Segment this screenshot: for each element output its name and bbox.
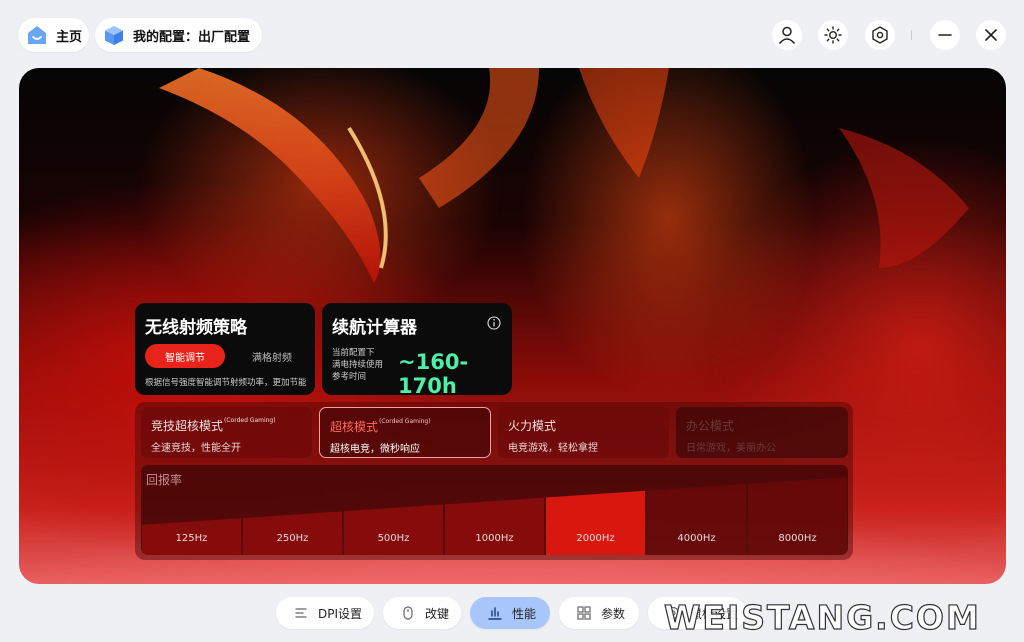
battery-desc-line: 当前配置下 — [332, 348, 375, 358]
battery-estimate-value: ~160-170h — [398, 350, 469, 398]
info-icon[interactable] — [487, 316, 501, 330]
polling-rate-segment[interactable] — [344, 504, 443, 555]
mode-card-office[interactable]: 办公模式 日常游戏，美丽办公 — [676, 407, 848, 458]
chart-bars-icon — [488, 607, 502, 620]
mode-description: 全速竞技，性能全开 — [151, 443, 241, 454]
home-button[interactable]: 主页 — [18, 18, 89, 52]
brightness-icon — [824, 26, 842, 44]
smart-adjust-option[interactable]: 智能调节 — [145, 344, 225, 368]
polling-rate-segment[interactable] — [647, 483, 746, 555]
mode-title: 办公模式 — [686, 419, 735, 433]
polling-rate-label: 125Hz — [175, 533, 208, 544]
mode-description: 电竞游戏，轻松拿捏 — [508, 443, 598, 454]
home-label: 主页 — [56, 29, 83, 45]
battery-calculator-card: 续航计算器 当前配置下 满电持续使用 参考时间 ~160-170h — [322, 303, 512, 398]
battery-description: 当前配置下 满电持续使用 参考时间 — [332, 347, 402, 383]
nav-dpi-label: DPI设置 — [318, 606, 363, 621]
config-label: 我的配置：出厂配置 — [133, 29, 251, 45]
polling-rate-label: 250Hz — [276, 533, 309, 544]
settings-icon — [872, 26, 888, 44]
cube-icon — [105, 26, 123, 45]
polling-rate-panel: 回报率 125Hz 250Hz 500Hz 1000Hz 2000Hz 4000Hz 800… — [141, 465, 848, 555]
mode-title: 超核模式(Corded Gaming) — [330, 418, 431, 434]
app-window: 主页 我的配置：出厂配置 无线射频策略 智能调节 满格射频 根据信号强度智能调节… — [0, 0, 1024, 642]
nav-performance[interactable]: 性能 — [470, 597, 550, 629]
wireless-rf-title: 无线射频策略 — [145, 318, 247, 338]
user-button[interactable] — [772, 20, 802, 50]
mode-tag: (Corded Gaming) — [379, 418, 431, 425]
close-icon — [985, 29, 997, 41]
nav-dpi-settings[interactable]: DPI设置 — [276, 597, 374, 629]
nav-key-remap[interactable]: 改键 — [383, 597, 461, 629]
nav-key-remap-label: 改键 — [425, 606, 450, 621]
polling-rate-label: 1000Hz — [475, 533, 514, 544]
battery-desc-line: 满电持续使用 — [332, 360, 384, 370]
mode-card-competitive-ultra[interactable]: 竞技超核模式(Corded Gaming) 全速竞技，性能全开 — [141, 407, 312, 458]
nav-parameters-label: 参数 — [601, 606, 626, 621]
nav-performance-label: 性能 — [512, 606, 537, 621]
top-bar: 主页 我的配置：出厂配置 — [0, 0, 1024, 68]
watermark-text: WEISTANG.COM — [663, 597, 981, 637]
polling-rate-label: 500Hz — [377, 533, 410, 544]
battery-desc-line: 参考时间 — [332, 372, 367, 382]
sliders-icon — [295, 608, 307, 618]
home-icon — [28, 26, 46, 44]
mode-tag: (Corded Gaming) — [224, 417, 276, 424]
mouse-icon — [403, 606, 413, 620]
grid-icon — [577, 606, 591, 620]
wireless-rf-card: 无线射频策略 智能调节 满格射频 根据信号强度智能调节射频功率，更加节能 — [135, 303, 315, 395]
polling-rate-segment[interactable] — [445, 497, 544, 555]
battery-calculator-title: 续航计算器 — [332, 318, 417, 338]
minimize-button[interactable] — [930, 20, 960, 50]
polling-rate-label: 4000Hz — [677, 533, 716, 544]
config-selector[interactable]: 我的配置：出厂配置 — [95, 18, 262, 52]
wireless-rf-description: 根据信号强度智能调节射频功率，更加节能 — [145, 378, 307, 388]
nav-parameters[interactable]: 参数 — [559, 597, 639, 629]
close-button[interactable] — [976, 20, 1006, 50]
header-divider — [911, 30, 912, 40]
mode-card-ultra[interactable]: 超核模式(Corded Gaming) 超核电竞，微秒响应 — [319, 407, 491, 458]
user-icon — [778, 26, 796, 44]
minimize-icon — [938, 34, 952, 36]
mode-title: 竞技超核模式(Corded Gaming) — [151, 417, 276, 433]
full-power-option[interactable]: 满格射频 — [237, 344, 307, 368]
mode-card-firepower[interactable]: 火力模式 电竞游戏，轻松拿捏 — [498, 407, 669, 458]
settings-button[interactable] — [865, 20, 895, 50]
mode-title: 火力模式 — [508, 419, 557, 433]
polling-rate-label: 8000Hz — [778, 533, 817, 544]
mode-description: 日常游戏，美丽办公 — [686, 443, 776, 454]
brightness-button[interactable] — [818, 20, 848, 50]
polling-rate-segment[interactable] — [546, 490, 645, 555]
polling-rate-label: 2000Hz — [576, 533, 615, 544]
mode-description: 超核电竞，微秒响应 — [330, 444, 420, 455]
